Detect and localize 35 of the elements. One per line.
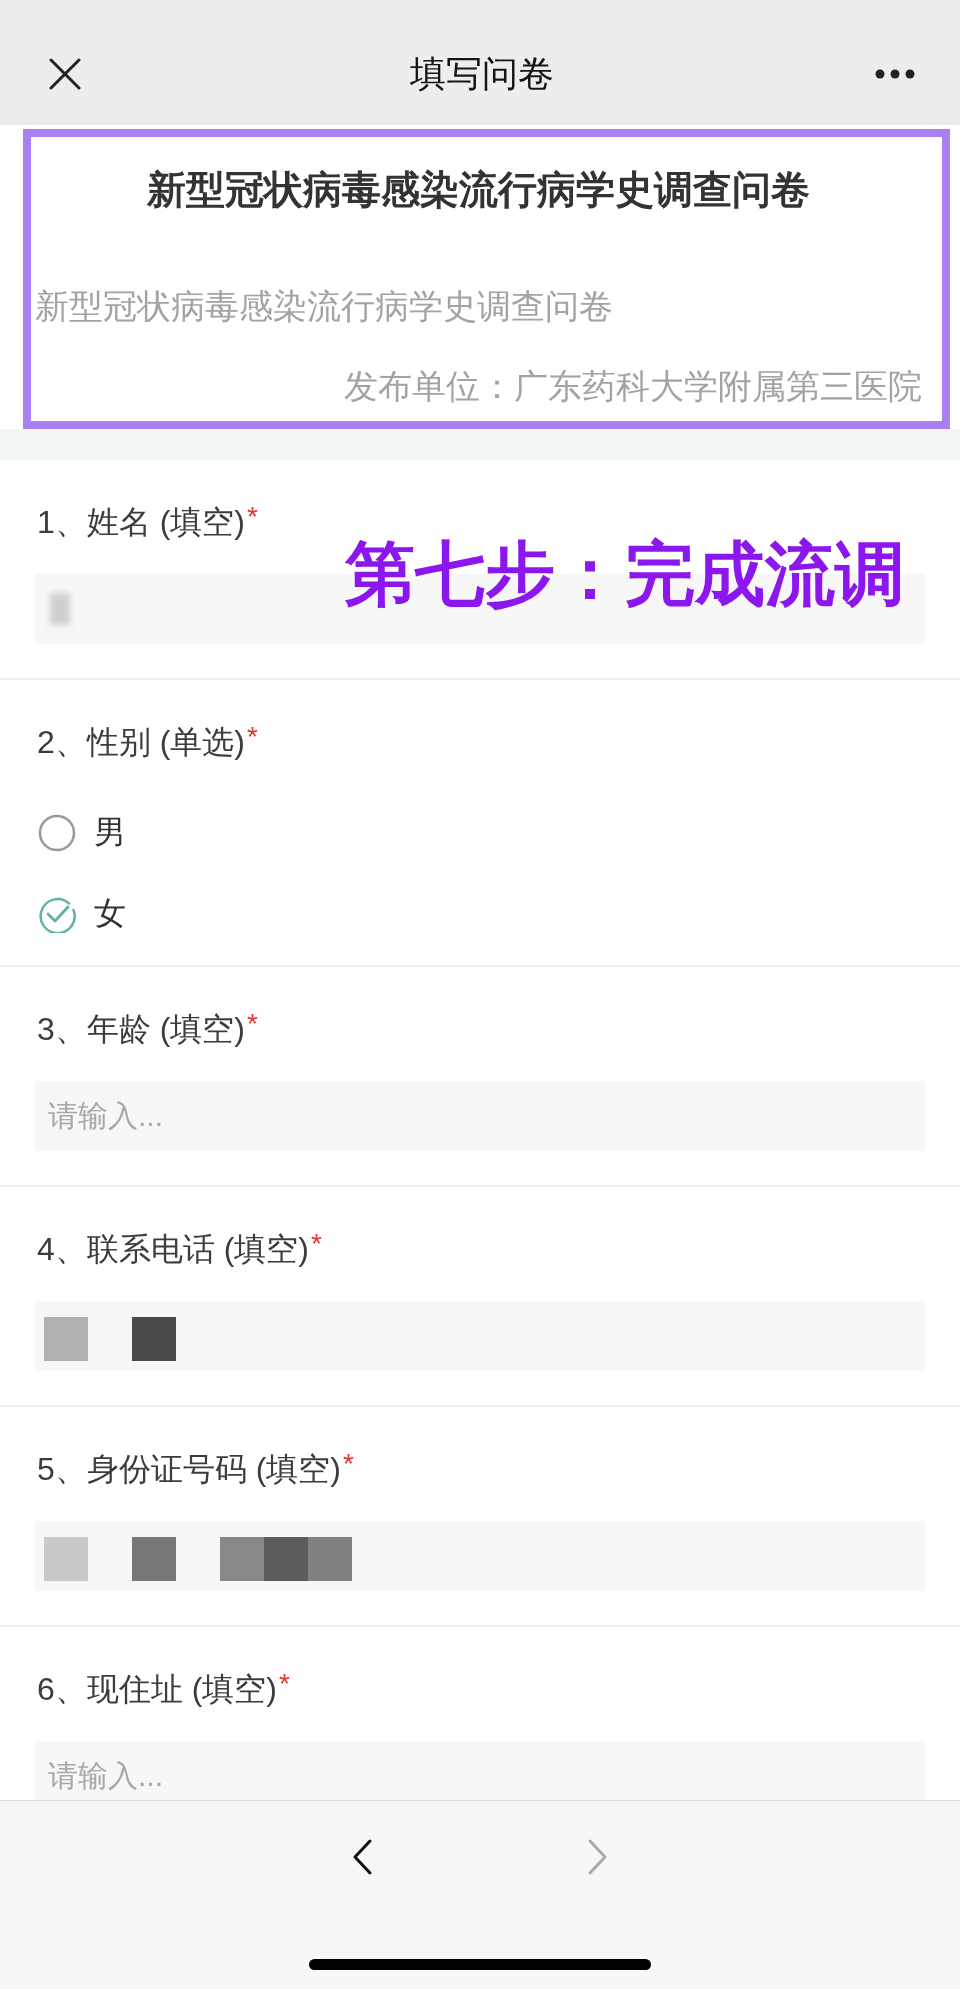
radio-option[interactable]: 女: [35, 891, 126, 936]
input-field[interactable]: 请输入...: [35, 1081, 925, 1151]
more-button[interactable]: [875, 68, 915, 79]
page-title: 填写问卷: [410, 51, 554, 96]
survey-description: 新型冠状病毒感染流行病学史调查问卷: [35, 286, 613, 327]
question-label: 3、年龄 (填空): [37, 1010, 245, 1049]
required-asterisk: *: [247, 722, 258, 752]
mosaic-block: [44, 1537, 88, 1581]
blurred-text: [50, 593, 70, 625]
question-label: 4、联系电话 (填空): [37, 1230, 309, 1269]
input-field[interactable]: 请输入...: [35, 1741, 925, 1800]
mosaic-block: [264, 1537, 308, 1581]
publisher-text: 发布单位：广东药科大学附属第三医院: [344, 366, 922, 407]
annotation-text: 第七步：完成流调: [345, 539, 905, 609]
question-label: 6、现住址 (填空): [37, 1670, 277, 1709]
mosaic-block: [132, 1537, 176, 1581]
required-asterisk: *: [311, 1229, 322, 1259]
mosaic-block: [308, 1537, 352, 1581]
mosaic-block: [132, 1317, 176, 1361]
required-asterisk: *: [247, 1009, 258, 1039]
question-label: 5、身份证号码 (填空): [37, 1450, 341, 1489]
survey-title: 新型冠状病毒感染流行病学史调查问卷: [146, 167, 811, 213]
radio-option[interactable]: 男: [35, 810, 126, 855]
required-asterisk: *: [247, 502, 258, 532]
more-icon: [875, 68, 915, 79]
question-label: 2、性别 (单选): [37, 723, 245, 762]
close-button[interactable]: [49, 57, 81, 90]
close-icon: [49, 57, 81, 90]
input-field[interactable]: [35, 1301, 925, 1371]
required-asterisk: *: [279, 1669, 290, 1699]
required-asterisk: *: [343, 1449, 354, 1479]
input-field[interactable]: [35, 1521, 925, 1591]
mosaic-block: [220, 1537, 264, 1581]
question-label: 1、姓名 (填空): [37, 503, 245, 542]
mosaic-block: [44, 1317, 88, 1361]
